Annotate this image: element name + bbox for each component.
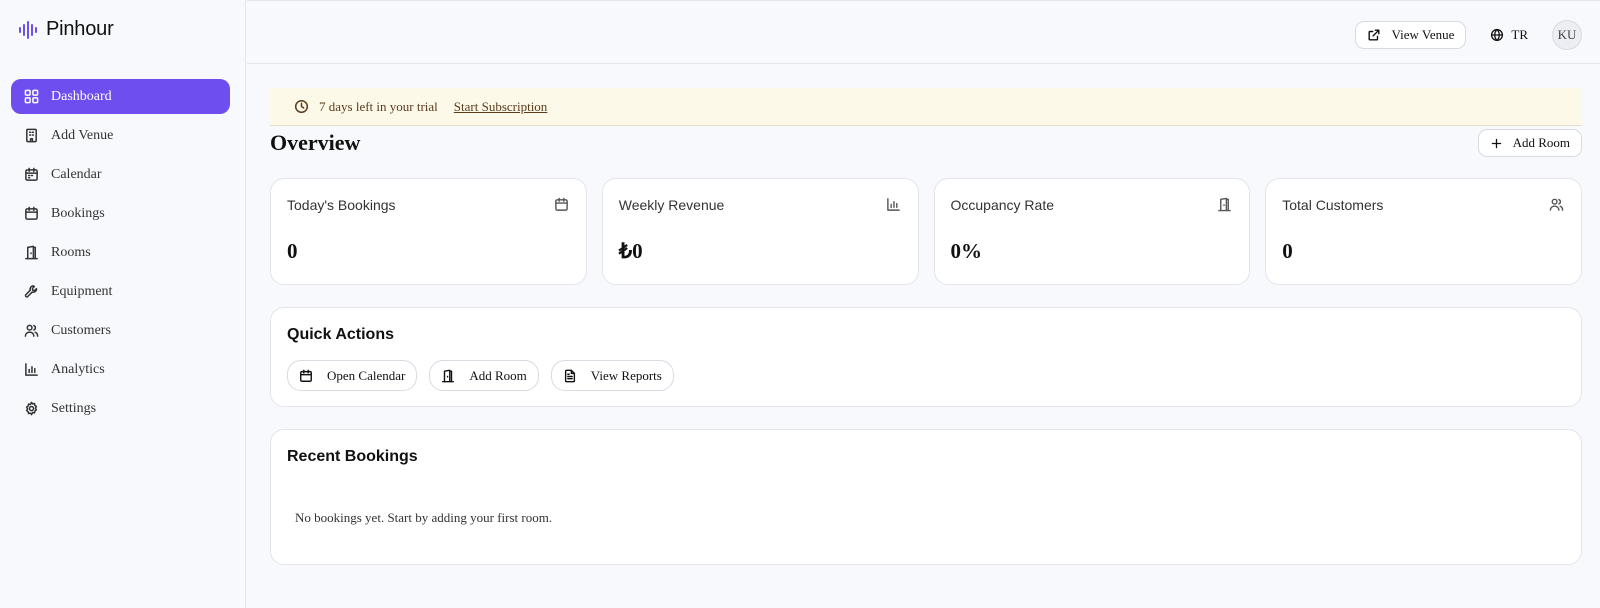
stat-title: Weekly Revenue	[618, 197, 725, 213]
quick-actions-buttons: Open Calendar Add Room View Reports	[287, 360, 674, 391]
sidebar-item-customers[interactable]: Customers	[11, 313, 230, 348]
sidebar-item-dashboard[interactable]: Dashboard	[11, 79, 230, 114]
avatar[interactable]: KU	[1552, 20, 1582, 50]
stat-value: 0%	[950, 239, 983, 263]
trial-message: 7 days left in your trial	[319, 98, 438, 114]
file-text-icon	[564, 369, 575, 382]
external-link-icon	[1368, 29, 1380, 41]
stat-card-total-customers: Total Customers 0	[1265, 178, 1582, 285]
view-reports-label: View Reports	[590, 367, 662, 383]
sidebar-item-label: Add Venue	[51, 127, 114, 143]
language-label: TR	[1511, 27, 1528, 42]
calendar-icon	[554, 197, 570, 213]
plus-icon	[1491, 138, 1501, 148]
gear-icon	[23, 401, 39, 417]
bar-chart-icon	[23, 362, 39, 378]
stat-value: 0	[1282, 239, 1293, 263]
stat-value: 0	[287, 239, 298, 263]
quick-actions-panel: Quick Actions Open Calendar Add Room Vie…	[270, 307, 1582, 407]
calendar-icon	[23, 167, 39, 183]
users-icon	[23, 323, 39, 339]
stats-cards: Today's Bookings 0 Weekly Revenue ₺0 Occ…	[270, 178, 1582, 285]
quick-add-room-button[interactable]: Add Room	[429, 360, 539, 391]
sidebar-item-label: Analytics	[51, 361, 105, 377]
sidebar-item-label: Settings	[51, 400, 97, 416]
trial-banner: 7 days left in your trial Start Subscrip…	[270, 88, 1582, 126]
globe-icon	[1491, 28, 1504, 42]
sidebar-item-settings[interactable]: Settings	[11, 391, 230, 426]
stat-title: Total Customers	[1282, 197, 1384, 213]
start-subscription-link[interactable]: Start Subscription	[454, 99, 548, 115]
main-content: 7 days left in your trial Start Subscrip…	[270, 88, 1582, 565]
clock-icon	[294, 99, 309, 114]
open-calendar-button[interactable]: Open Calendar	[287, 360, 418, 391]
sidebar-item-label: Calendar	[51, 166, 102, 182]
bar-chart-icon	[886, 197, 902, 213]
door-icon	[23, 245, 39, 261]
sidebar-item-rooms[interactable]: Rooms	[11, 235, 230, 270]
view-venue-button[interactable]: View Venue	[1355, 21, 1467, 49]
stat-value: ₺0	[618, 239, 643, 263]
recent-bookings-empty-state: No bookings yet. Start by adding your fi…	[295, 510, 553, 525]
sidebar-item-label: Bookings	[51, 205, 105, 221]
sidebar-nav: Dashboard Add Venue Calendar Bookings Ro…	[11, 79, 230, 430]
waveform-logo-icon	[18, 20, 38, 39]
sidebar-item-label: Equipment	[51, 283, 113, 299]
overview-header: Overview Add Room	[270, 126, 1582, 178]
stat-card-occupancy-rate: Occupancy Rate 0%	[933, 178, 1251, 285]
topbar: View Venue TR KU	[247, 0, 1600, 64]
add-room-button[interactable]: Add Room	[1477, 129, 1582, 157]
stat-card-weekly-revenue: Weekly Revenue ₺0	[601, 178, 919, 285]
language-switcher[interactable]: TR	[1478, 21, 1540, 49]
quick-add-room-label: Add Room	[469, 367, 527, 383]
recent-bookings-title: Recent Bookings	[287, 448, 418, 465]
brand[interactable]: Pinhour	[18, 18, 114, 41]
sidebar-item-label: Dashboard	[51, 88, 112, 104]
door-icon	[442, 369, 455, 382]
stat-card-todays-bookings: Today's Bookings 0	[270, 178, 587, 285]
add-room-label: Add Room	[1512, 135, 1570, 150]
sidebar-item-equipment[interactable]: Equipment	[11, 274, 230, 309]
quick-actions-title: Quick Actions	[287, 326, 394, 343]
calendar-icon	[23, 206, 39, 222]
dashboard-icon	[23, 89, 39, 105]
view-reports-button[interactable]: View Reports	[550, 360, 674, 391]
sidebar-item-calendar[interactable]: Calendar	[11, 157, 230, 192]
building-icon	[23, 128, 39, 144]
top-actions: View Venue TR KU	[1355, 20, 1582, 50]
users-icon	[1549, 197, 1565, 213]
door-icon	[1217, 197, 1233, 213]
stat-title: Occupancy Rate	[950, 197, 1055, 213]
sidebar-item-label: Customers	[51, 322, 111, 338]
wrench-icon	[23, 284, 39, 300]
sidebar-item-bookings[interactable]: Bookings	[11, 196, 230, 231]
sidebar: Pinhour Dashboard Add Venue Calendar Boo…	[0, 0, 246, 608]
recent-bookings-panel: Recent Bookings No bookings yet. Start b…	[270, 429, 1582, 565]
stat-title: Today's Bookings	[287, 197, 396, 213]
calendar-icon	[300, 369, 312, 382]
page-title: Overview	[270, 130, 361, 155]
sidebar-item-label: Rooms	[51, 244, 91, 260]
open-calendar-label: Open Calendar	[327, 367, 406, 383]
brand-name: Pinhour	[46, 18, 114, 40]
view-venue-label: View Venue	[1391, 27, 1455, 42]
sidebar-item-add-venue[interactable]: Add Venue	[11, 118, 230, 153]
sidebar-item-analytics[interactable]: Analytics	[11, 352, 230, 387]
